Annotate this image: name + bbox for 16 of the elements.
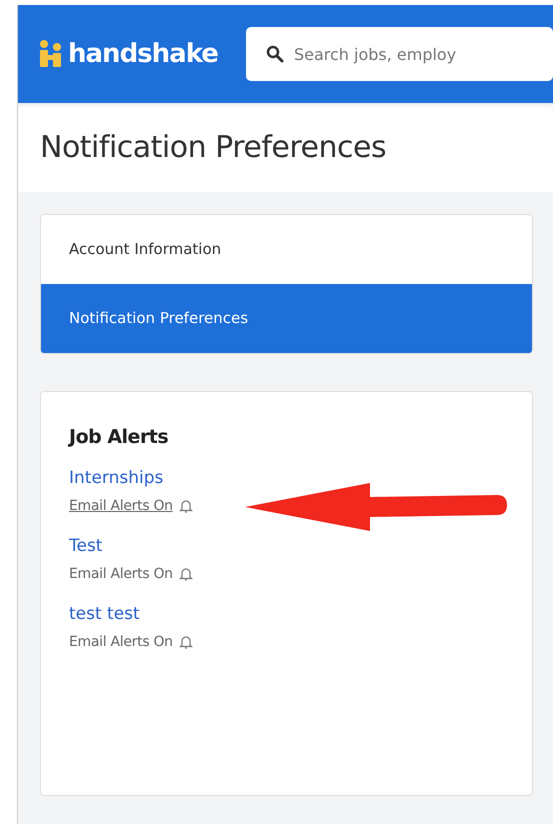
bell-icon — [178, 498, 193, 514]
nav-item[interactable]: Account Information — [41, 215, 532, 284]
nav-item[interactable]: Notification Preferences — [41, 284, 532, 353]
alert-status-link[interactable]: Email Alerts On — [69, 498, 173, 514]
section-title: Job Alerts — [69, 426, 170, 448]
alert-status-link[interactable]: Email Alerts On — [69, 634, 173, 650]
logo-text[interactable]: handshake — [68, 39, 218, 69]
alert-link[interactable]: Internships — [69, 468, 164, 488]
alert-link[interactable]: Test — [69, 536, 102, 556]
bell-icon — [178, 566, 193, 582]
logo-icon — [38, 39, 64, 69]
page-title: Notification Preferences — [40, 130, 386, 165]
bell-icon — [178, 634, 193, 650]
alert-status-link[interactable]: Email Alerts On — [69, 566, 173, 582]
alert-link[interactable]: test test — [69, 604, 140, 624]
search-field[interactable]: Search jobs, employ — [246, 27, 553, 81]
